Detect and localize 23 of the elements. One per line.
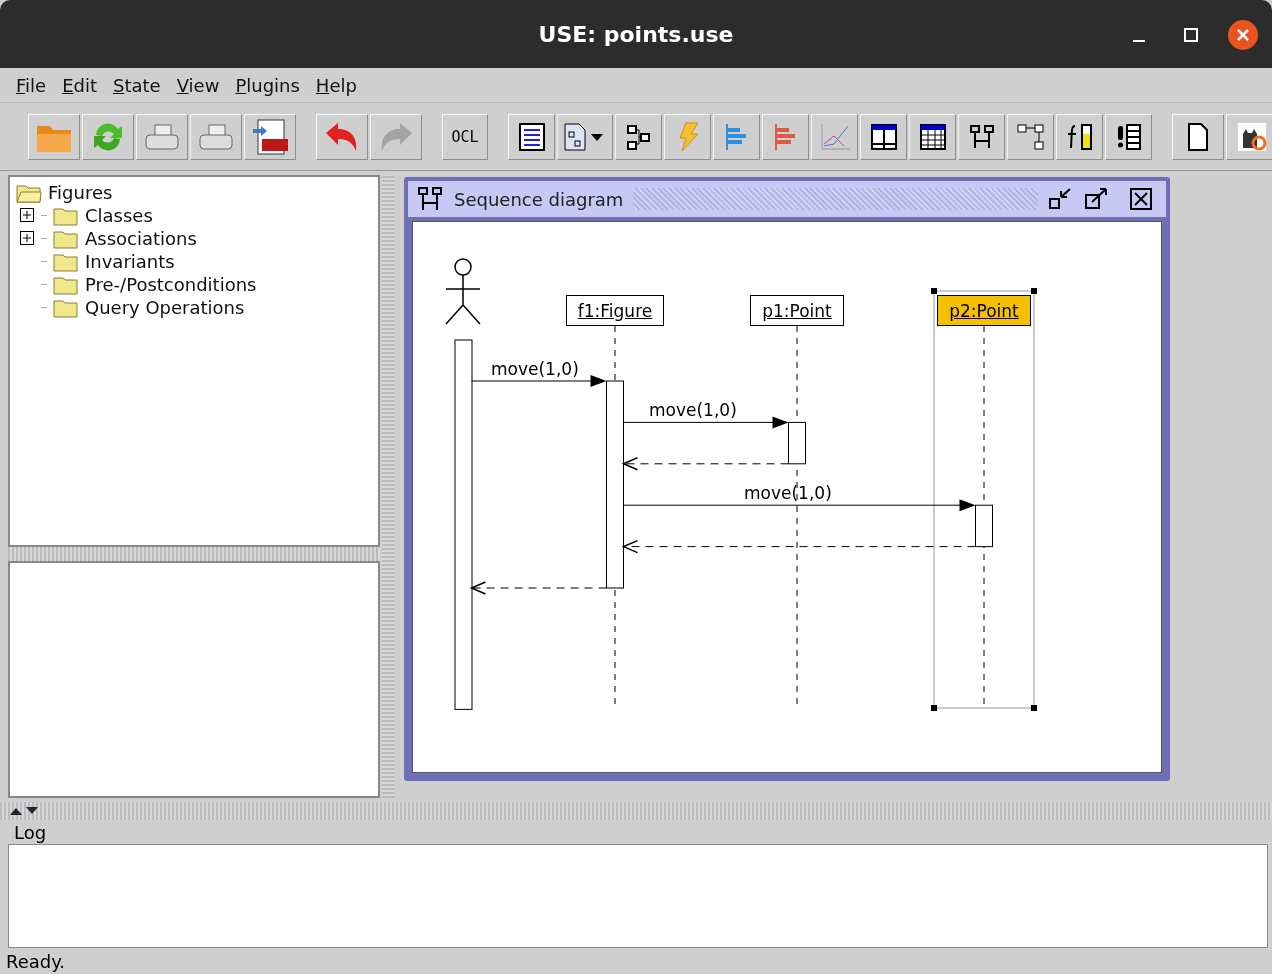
menu-item[interactable]: File	[8, 74, 55, 96]
menu-item[interactable]: Help	[307, 74, 365, 96]
tree-item[interactable]: Invariants	[85, 251, 175, 272]
message-label: move(1,0)	[491, 359, 579, 379]
menu-item[interactable]: View	[168, 74, 228, 96]
tree-item[interactable]: Associations	[85, 228, 197, 249]
ocl-button[interactable]: OCL	[442, 113, 488, 160]
frame-title: Sequence diagram	[454, 188, 624, 210]
log-label: Log	[13, 820, 48, 844]
message-label: move(1,0)	[649, 400, 737, 421]
object-box[interactable]: f1:Figure	[566, 295, 664, 326]
menu-item[interactable]: Edit	[54, 74, 105, 96]
menu-item[interactable]: State	[105, 74, 169, 96]
status-text: Ready.	[5, 949, 67, 974]
object-box[interactable]: p1:Point	[750, 295, 844, 326]
menu-item[interactable]: Plugins	[227, 74, 308, 96]
object-box[interactable]: p2:Point	[937, 295, 1031, 326]
message-label: move(1,0)	[744, 483, 832, 504]
tree-item[interactable]: Pre-/Postconditions	[85, 274, 257, 295]
tree-item[interactable]: Figures	[48, 182, 113, 203]
window-title: USE: points.use	[538, 21, 734, 47]
tree-item[interactable]: Query Operations	[85, 297, 245, 318]
tree-item[interactable]: Classes	[85, 205, 153, 226]
